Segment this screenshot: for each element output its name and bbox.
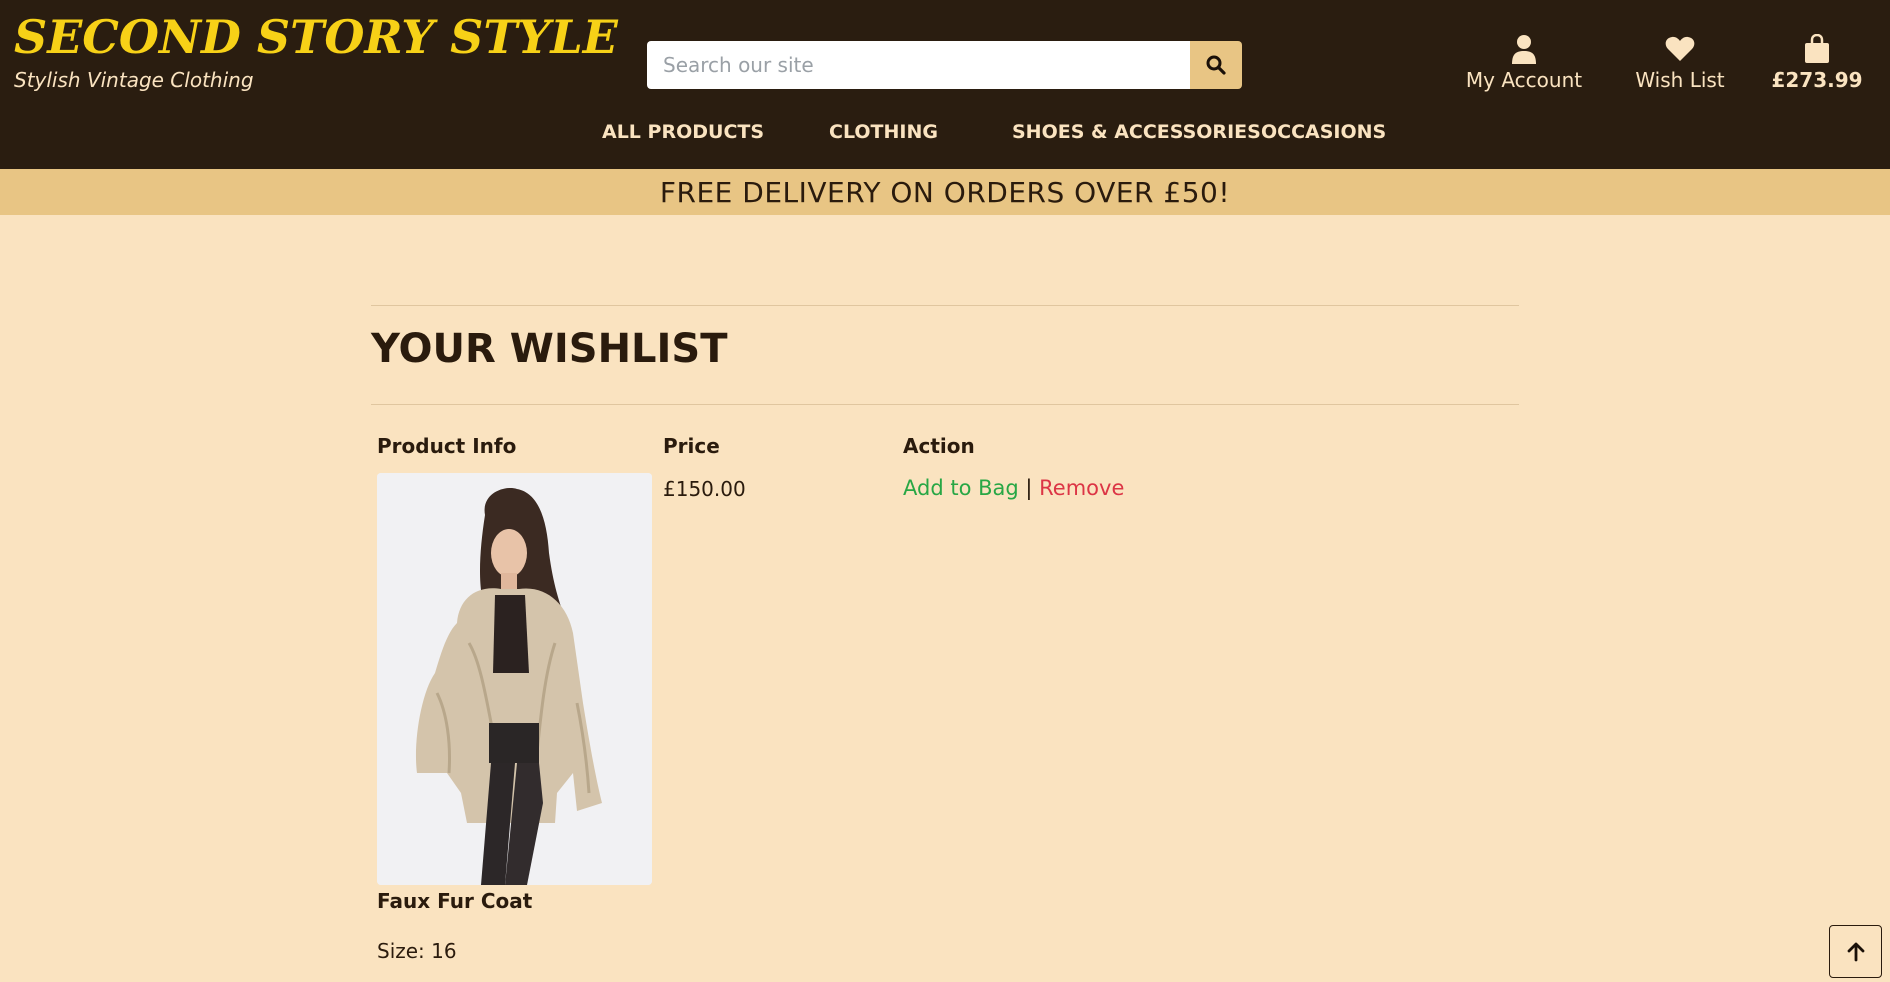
column-header-action: Action: [903, 434, 975, 458]
divider-top: [371, 305, 1519, 306]
bag-total: £273.99: [1771, 68, 1863, 92]
arrow-up-icon: [1847, 942, 1864, 961]
product-image[interactable]: [377, 473, 652, 885]
nav-clothing[interactable]: CLOTHING: [829, 121, 938, 143]
logo-title[interactable]: SECOND STORY STYLE: [14, 10, 618, 64]
product-price: £150.00: [663, 477, 746, 501]
search-input[interactable]: [647, 41, 1190, 89]
add-to-bag-link[interactable]: Add to Bag: [903, 476, 1019, 500]
product-size: Size: 16: [377, 939, 457, 963]
site-header: SECOND STORY STYLE Stylish Vintage Cloth…: [0, 0, 1890, 169]
shopping-bag-icon: [1805, 34, 1829, 63]
user-icon: [1512, 35, 1536, 64]
search-icon: [1206, 55, 1226, 75]
divider-bottom: [371, 404, 1519, 405]
shopping-bag-link[interactable]: £273.99: [1771, 32, 1863, 92]
search-button[interactable]: [1190, 41, 1242, 89]
heart-icon: [1665, 36, 1695, 61]
my-account-label: My Account: [1465, 68, 1583, 92]
site-logo[interactable]: SECOND STORY STYLE Stylish Vintage Cloth…: [14, 10, 618, 92]
nav-shoes-accessories[interactable]: SHOES & ACCESSORIES: [1012, 121, 1261, 143]
product-name[interactable]: Faux Fur Coat: [377, 889, 532, 913]
page-title: YOUR WISHLIST: [371, 326, 728, 372]
my-account-link[interactable]: My Account: [1463, 32, 1585, 92]
nav-all-products[interactable]: ALL PRODUCTS: [602, 121, 764, 143]
wish-list-label: Wish List: [1635, 68, 1725, 92]
action-separator: |: [1025, 476, 1033, 500]
wish-list-link[interactable]: Wish List: [1635, 32, 1725, 92]
product-actions: Add to Bag | Remove: [903, 476, 1124, 500]
remove-link[interactable]: Remove: [1039, 476, 1124, 500]
nav-occasions[interactable]: OCCASIONS: [1261, 121, 1386, 143]
main-nav: ALL PRODUCTS CLOTHING SHOES & ACCESSORIE…: [0, 121, 1890, 151]
delivery-banner-text: FREE DELIVERY ON ORDERS OVER £50!: [659, 175, 1231, 209]
search-form: [647, 41, 1242, 89]
column-header-product-info: Product Info: [377, 434, 517, 458]
column-header-price: Price: [663, 434, 720, 458]
logo-tagline: Stylish Vintage Clothing: [14, 68, 254, 92]
back-to-top-button[interactable]: [1829, 925, 1882, 978]
delivery-banner: FREE DELIVERY ON ORDERS OVER £50!: [0, 169, 1890, 215]
